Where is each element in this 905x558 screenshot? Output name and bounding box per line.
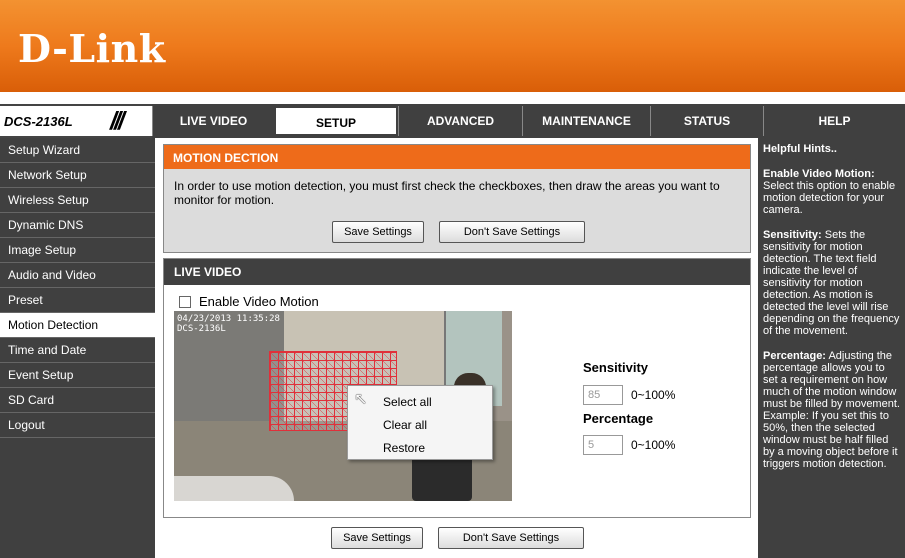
sidebar-item-dynamic-dns[interactable]: Dynamic DNS [0,213,155,238]
tab-live-video[interactable]: LIVE VIDEO [152,106,274,136]
hint-percentage-text: Adjusting the percentage allows you to s… [763,350,900,470]
sidebar-item-time-date[interactable]: Time and Date [0,338,155,363]
tab-status[interactable]: STATUS [650,106,763,136]
percentage-range: 0~100% [631,438,676,452]
motion-detection-description: In order to use motion detection, you mu… [174,179,720,207]
banner-gap [0,92,905,104]
hints-title: Helpful Hints.. [763,143,837,155]
footer-dont-save-settings-button[interactable]: Don't Save Settings [438,527,584,549]
sidebar-item-setup-wizard[interactable]: Setup Wizard [0,138,155,163]
helpful-hints-panel: Helpful Hints.. Enable Video Motion: Sel… [758,138,905,558]
video-timestamp: 04/23/2013 11:35:28 DCS-2136L [177,314,280,334]
sidebar-item-logout[interactable]: Logout [0,413,155,438]
sidebar-item-preset[interactable]: Preset [0,288,155,313]
context-menu-clear-all[interactable]: Clear all [383,418,427,432]
sidebar-item-network-setup[interactable]: Network Setup [0,163,155,188]
sidebar-item-wireless-setup[interactable]: Wireless Setup [0,188,155,213]
sidebar-item-motion-detection[interactable]: Motion Detection [0,313,155,338]
enable-video-motion-checkbox[interactable] [179,296,191,308]
tab-maintenance[interactable]: MAINTENANCE [522,106,650,136]
video-timestamp-date: 04/23/2013 11:35:28 [177,314,280,324]
sidebar-item-sd-card[interactable]: SD Card [0,388,155,413]
hint-enable-text: Select this option to enable motion dete… [763,180,896,216]
motion-detection-title: MOTION DECTION [164,145,750,169]
brand-banner: D-Link [0,0,905,92]
live-video-panel: LIVE VIDEO Enable Video Motion 04/23/201… [163,258,751,518]
sensitivity-input[interactable]: 85 [583,385,623,405]
hint-sensitivity-text: Sets the sensitivity for motion detectio… [763,229,900,337]
live-video-title: LIVE VIDEO [164,259,750,285]
mouse-cursor-icon: ↖ [354,391,368,408]
motion-detection-panel: MOTION DECTION In order to use motion de… [163,144,751,253]
context-menu-select-all[interactable]: Select all [383,395,432,409]
hint-percentage-heading: Percentage: [763,350,826,362]
hint-sensitivity-heading: Sensitivity: [763,229,822,241]
context-menu-restore[interactable]: Restore [383,441,425,455]
sensitivity-label: Sensitivity [583,360,649,375]
sidebar-item-event-setup[interactable]: Event Setup [0,363,155,388]
model-label: DCS-2136L /// [0,104,152,138]
hint-enable-heading: Enable Video Motion: [763,168,875,180]
sidebar: Setup Wizard Network Setup Wireless Setu… [0,138,155,558]
dont-save-settings-button[interactable]: Don't Save Settings [439,221,585,243]
video-timestamp-model: DCS-2136L [177,324,226,334]
video-foreground [174,476,294,501]
sensitivity-range: 0~100% [631,388,676,402]
context-menu: Select all Clear all Restore [347,385,493,460]
live-video-feed[interactable]: 04/23/2013 11:35:28 DCS-2136L Select all… [174,311,512,501]
tab-setup[interactable]: SETUP [274,106,398,136]
model-slash-icon: /// [110,107,125,135]
tab-help[interactable]: HELP [763,106,905,136]
tab-advanced[interactable]: ADVANCED [398,106,522,136]
percentage-input[interactable]: 5 [583,435,623,455]
model-name: DCS-2136L [4,114,73,129]
dlink-logo: D-Link [18,26,166,71]
percentage-label: Percentage [583,411,654,426]
sidebar-item-image-setup[interactable]: Image Setup [0,238,155,263]
footer-save-settings-button[interactable]: Save Settings [331,527,423,549]
enable-video-motion-label: Enable Video Motion [199,294,319,309]
save-settings-button[interactable]: Save Settings [332,221,424,243]
sidebar-item-audio-video[interactable]: Audio and Video [0,263,155,288]
